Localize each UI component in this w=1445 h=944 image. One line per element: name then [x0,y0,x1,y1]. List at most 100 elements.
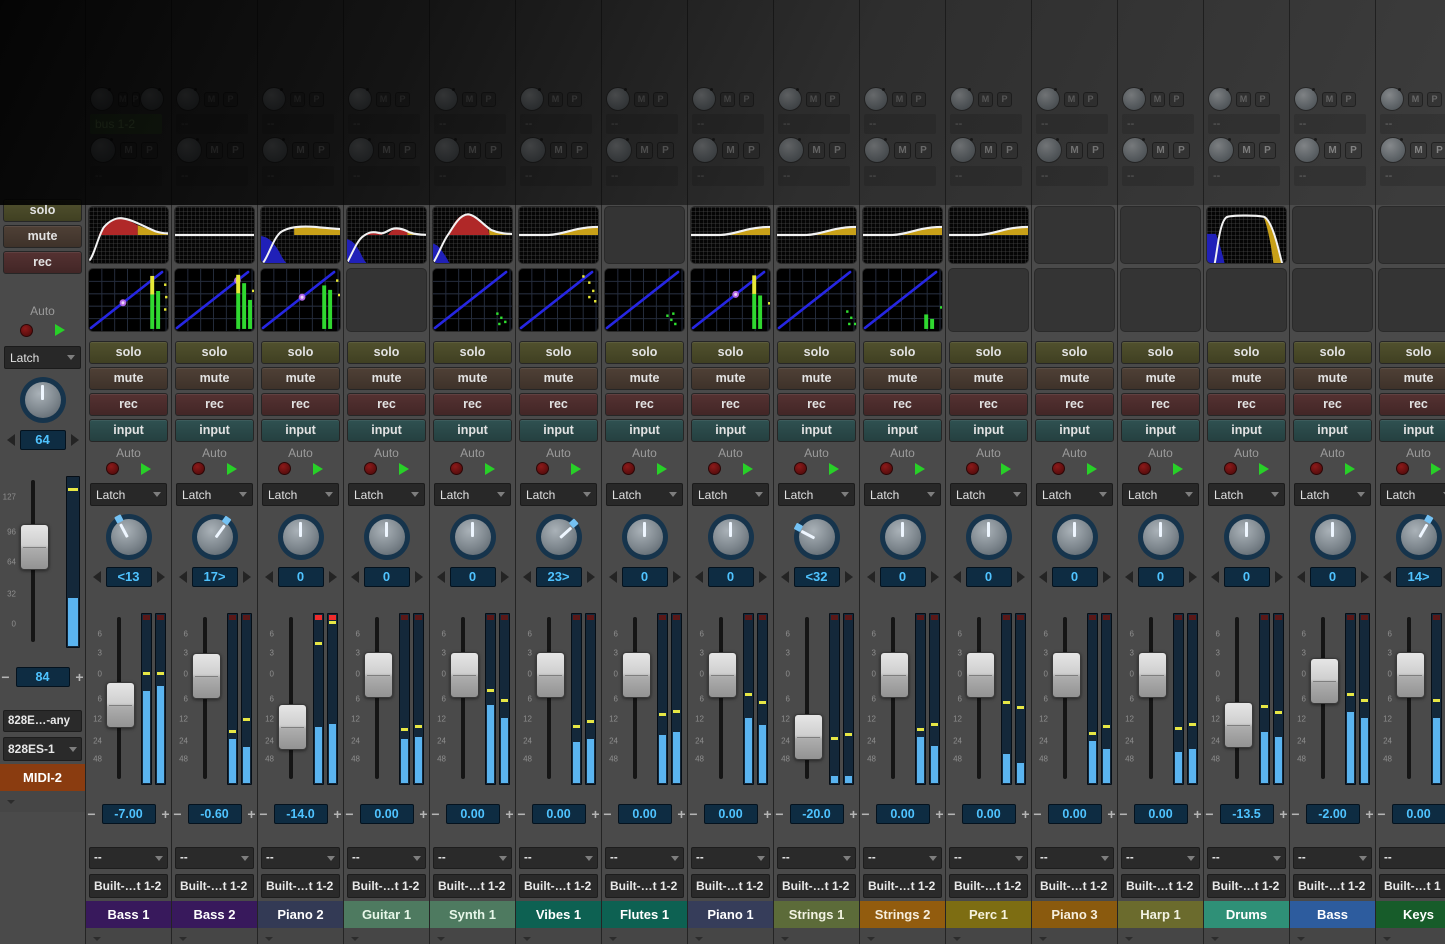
send-destination[interactable]: -- [606,166,678,186]
track-name[interactable]: Guitar 1 [344,901,429,928]
input-monitor-button[interactable]: input [175,419,254,442]
volume-value[interactable]: 0.00 [1392,804,1445,824]
solo-button[interactable]: solo [691,341,770,364]
pan-left-arrow[interactable] [523,571,531,583]
input-routing-dropdown[interactable]: -- [261,847,340,869]
send-level-knob[interactable] [1380,137,1406,163]
automation-mode-dropdown[interactable]: Latch [778,483,855,506]
send-pre-post-button[interactable]: P [395,92,410,107]
send-pre-post-button[interactable]: P [309,92,324,107]
record-button[interactable]: rec [89,393,168,416]
clip-indicator[interactable] [243,615,250,620]
pan-knob[interactable] [708,514,754,560]
send-level-knob[interactable] [262,87,286,111]
automation-mode-dropdown[interactable]: Latch [176,483,253,506]
clip-indicator[interactable] [831,615,838,620]
send-destination[interactable]: -- [1208,166,1280,186]
send-level-knob[interactable] [778,87,802,111]
automation-play-led[interactable] [1001,463,1011,475]
pan-left-arrow[interactable] [93,571,101,583]
automation-play-led[interactable] [571,463,581,475]
track-options-row[interactable] [258,928,343,944]
output-routing-dropdown[interactable]: Built-…t 1-2 [89,874,168,898]
pan-value[interactable]: 23> [536,567,582,587]
input-monitor-button[interactable]: input [1121,419,1200,442]
volume-decrement-button[interactable]: − [603,805,613,823]
pan-right-arrow[interactable] [845,571,853,583]
solo-button[interactable]: solo [1121,341,1200,364]
automation-record-led[interactable] [1052,462,1065,475]
volume-value[interactable]: 0.00 [1134,804,1188,824]
send-pre-post-button[interactable]: P [653,92,668,107]
send-mute-button[interactable]: M [722,142,739,159]
mute-button[interactable]: mute [1293,367,1372,390]
fader-handle[interactable] [1224,702,1253,748]
pan-value[interactable]: 0 [622,567,668,587]
volume-value[interactable]: -14.0 [274,804,328,824]
automation-play-led[interactable] [399,463,409,475]
pan-knob[interactable] [1052,514,1098,560]
clip-indicator[interactable] [1361,615,1368,620]
input-routing-dropdown[interactable]: -- [863,847,942,869]
clip-indicator[interactable] [1003,615,1010,620]
send-level-knob[interactable] [692,137,718,163]
clip-indicator[interactable] [931,615,938,620]
volume-value[interactable]: -0.60 [188,804,242,824]
track-options-row[interactable] [516,928,601,944]
send-destination[interactable]: -- [348,114,420,134]
send-destination[interactable]: -- [1380,166,1445,186]
track-options-row[interactable] [86,928,171,944]
output-routing-dropdown[interactable]: Built-…t 1-2 [347,874,426,898]
send-mute-button[interactable]: M [894,142,911,159]
input-routing-dropdown[interactable]: 828E…-any [3,710,82,732]
send-mute-button[interactable]: M [1236,92,1251,107]
mute-button[interactable]: mute [3,225,82,248]
eq-curve-thumbnail[interactable] [1292,206,1373,264]
record-button[interactable]: rec [1121,393,1200,416]
eq-curve-thumbnail[interactable] [174,206,255,264]
send-mute-button[interactable]: M [550,142,567,159]
automation-play-led[interactable] [485,463,495,475]
eq-curve-thumbnail[interactable] [1206,206,1287,264]
automation-mode-dropdown[interactable]: Latch [520,483,597,506]
send-pre-post-button[interactable]: P [911,92,926,107]
volume-value[interactable]: 84 [16,667,70,687]
automation-mode-dropdown[interactable]: Latch [90,483,167,506]
automation-record-led[interactable] [1396,462,1409,475]
volume-increment-button[interactable]: + [677,805,687,823]
output-routing-dropdown[interactable]: Built-…t 1-2 [175,874,254,898]
solo-button[interactable]: solo [433,341,512,364]
input-routing-dropdown[interactable]: -- [1379,847,1445,869]
send-pre-post-button[interactable]: P [1173,142,1190,159]
fader-handle[interactable] [622,652,651,698]
pan-value[interactable]: <32 [794,567,840,587]
track-options-row[interactable] [172,928,257,944]
clip-indicator[interactable] [157,615,164,620]
volume-increment-button[interactable]: + [247,805,257,823]
send-destination[interactable]: -- [434,114,506,134]
volume-value[interactable]: -20.0 [790,804,844,824]
pan-knob[interactable] [1310,514,1356,560]
pan-value[interactable]: 0 [708,567,754,587]
fader-track[interactable] [289,617,293,779]
pan-left-arrow[interactable] [867,571,875,583]
track-options-row[interactable] [602,928,687,944]
volume-increment-button[interactable]: + [333,805,343,823]
pan-left-arrow[interactable] [953,571,961,583]
clip-indicator[interactable] [415,615,422,620]
track-options-row[interactable] [0,791,85,812]
send-destination[interactable]: -- [950,114,1022,134]
send-mute-button[interactable]: M [290,92,305,107]
track-options-row[interactable] [1118,928,1203,944]
send-pre-post-button[interactable]: P [1169,92,1184,107]
volume-increment-button[interactable]: + [75,668,85,686]
eq-curve-thumbnail[interactable] [346,206,427,264]
send-mute-button[interactable]: M [1324,142,1341,159]
solo-button[interactable]: solo [605,341,684,364]
send-level-knob[interactable] [434,137,460,163]
send-mute-button[interactable]: M [892,92,907,107]
clip-indicator[interactable] [1347,615,1354,620]
volume-increment-button[interactable]: + [419,805,429,823]
pan-knob[interactable] [278,514,324,560]
track-name[interactable]: Perc 1 [946,901,1031,928]
